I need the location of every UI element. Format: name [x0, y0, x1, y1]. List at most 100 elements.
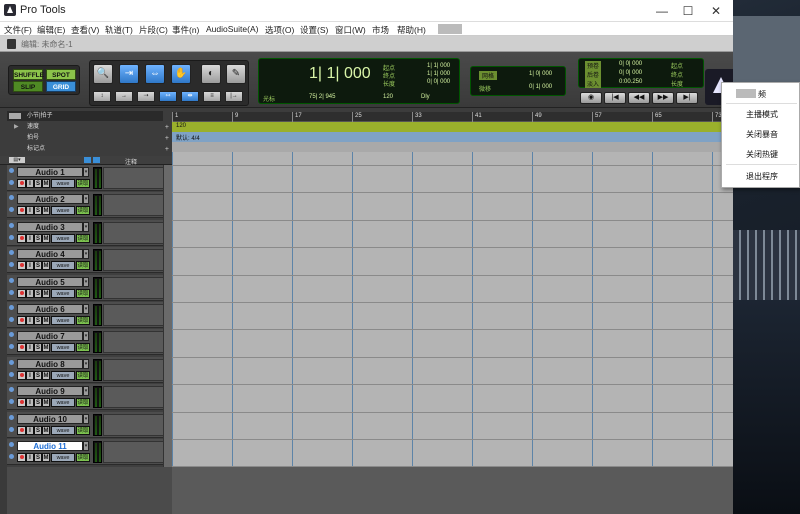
mute-button[interactable]: M [42, 453, 50, 462]
menu-file[interactable]: 文件(F) [4, 24, 32, 36]
solo-button[interactable]: S [34, 179, 42, 188]
postroll-value[interactable]: 0| 0| 000 [619, 70, 642, 76]
mute-button[interactable]: M [42, 398, 50, 408]
track-name[interactable]: Audio 10 [17, 413, 83, 424]
track-name[interactable]: Audio 6 [17, 304, 83, 314]
track-row[interactable]: Audio 7 ▾ I S Mwave 读取 [7, 329, 172, 356]
track-list-scrollbar[interactable] [163, 165, 172, 467]
menu-help[interactable]: 帮助(H) [397, 24, 426, 36]
menu-marketplace[interactable]: 市场 [372, 24, 389, 36]
track-view-selector[interactable]: wave [51, 179, 75, 188]
shuffle-mode-button[interactable]: SHUFFLE [13, 69, 44, 80]
start-value[interactable]: 1| 1| 000 [427, 63, 450, 69]
input-monitor-button[interactable]: I [26, 288, 34, 298]
track-name[interactable]: Audio 9 [17, 386, 83, 397]
rewind-button[interactable]: ◀◀ [628, 92, 650, 104]
track-row[interactable]: Audio 2 ▾ I S Mwave 读取 [7, 192, 172, 219]
solo-button[interactable]: S [34, 233, 42, 243]
solo-button[interactable]: S [34, 261, 42, 271]
track-view-selector[interactable]: wave [51, 343, 75, 353]
track-view-selector[interactable]: wave [51, 453, 75, 462]
track-view-selector[interactable]: wave [51, 425, 75, 435]
track-view-selector[interactable]: ▤▾ [9, 157, 25, 163]
nudge-value[interactable]: 0| 1| 000 [529, 84, 552, 90]
mirror-midi-icon[interactable]: ⇢ [137, 91, 155, 102]
track-menu-icon[interactable]: ▾ [83, 441, 89, 451]
dly-label[interactable]: Dly [421, 94, 430, 100]
record-enable-button[interactable] [17, 425, 26, 435]
track-name[interactable]: Audio 1 [17, 167, 83, 177]
menu-edit[interactable]: 编辑(E) [37, 24, 65, 36]
solo-button[interactable]: S [34, 425, 42, 435]
track-menu-icon[interactable]: ▾ [83, 304, 89, 314]
keyboard-focus-icon[interactable]: |→ [225, 91, 243, 102]
mute-button[interactable]: M [42, 370, 50, 380]
input-monitor-button[interactable]: I [26, 261, 34, 271]
end-value[interactable]: 1| 1| 000 [427, 71, 450, 77]
online-button[interactable]: ◉ [580, 92, 602, 104]
insertion-follows-icon[interactable]: ≡ [203, 91, 221, 102]
solo-button[interactable]: S [34, 370, 42, 380]
link-timeline-icon[interactable]: ⇿ [159, 91, 177, 102]
track-comments-field[interactable] [103, 276, 168, 299]
track-name[interactable]: Audio 3 [17, 221, 83, 232]
record-enable-button[interactable] [17, 288, 26, 298]
grabber-tool-icon[interactable]: ✋ [171, 64, 191, 84]
track-view-selector[interactable]: wave [51, 206, 75, 216]
bars-beats-ruler-label[interactable]: 小节|拍子 [7, 111, 163, 121]
context-menu-item-exit[interactable]: 退出程序 [746, 171, 778, 182]
zoom-preset-icon[interactable]: ↕ [93, 91, 111, 102]
track-row[interactable]: Audio 3 ▾ I S Mwave 读取 [7, 219, 172, 246]
context-menu-item-streamer-mode[interactable]: 主播模式 [746, 109, 778, 120]
menu-options[interactable]: 选项(O) [265, 24, 294, 36]
track-comments-field[interactable] [103, 358, 168, 381]
track-name[interactable]: Audio 2 [17, 194, 83, 205]
track-filter-icon[interactable] [93, 157, 100, 163]
track-view-selector[interactable]: wave [51, 316, 75, 325]
mute-button[interactable]: M [42, 288, 50, 298]
automation-mode-selector[interactable]: 读取 [76, 453, 90, 462]
record-enable-button[interactable] [17, 233, 26, 243]
selector-tool-icon[interactable]: ⇔ [145, 64, 165, 84]
automation-mode-selector[interactable]: 读取 [76, 316, 90, 325]
automation-mode-selector[interactable]: 读取 [76, 261, 90, 271]
automation-mode-selector[interactable]: 读取 [76, 425, 90, 435]
input-monitor-button[interactable]: I [26, 425, 34, 435]
meter-ruler[interactable]: 默认: 4/4 [172, 132, 733, 142]
mute-button[interactable]: M [42, 316, 50, 325]
menu-audiosuite[interactable]: AudioSuite(A) [206, 24, 258, 34]
minimize-button[interactable]: — [652, 3, 672, 19]
expand-arrow-icon[interactable]: ▶ [14, 122, 19, 133]
mute-button[interactable]: M [42, 233, 50, 243]
empty-timeline-area[interactable] [172, 467, 733, 514]
automation-mode-selector[interactable]: 读取 [76, 206, 90, 216]
record-enable-button[interactable] [17, 179, 26, 188]
track-name[interactable]: Audio 4 [17, 249, 83, 260]
menu-window[interactable]: 窗口(W) [335, 24, 366, 36]
meter-ruler-label[interactable]: 拍号 + [7, 133, 169, 144]
track-view-selector[interactable]: wave [51, 261, 75, 271]
ruler-view-icon[interactable] [9, 113, 21, 119]
tempo-ruler-label[interactable]: ▶ 速度 + [7, 122, 169, 133]
record-enable-button[interactable] [17, 343, 26, 353]
length-value[interactable]: 0| 0| 000 [427, 79, 450, 85]
zoom-tool-icon[interactable]: 🔍 [93, 64, 113, 84]
track-menu-icon[interactable]: ▾ [83, 249, 89, 260]
add-meter-icon[interactable]: + [165, 133, 169, 144]
track-menu-icon[interactable]: ▾ [83, 221, 89, 232]
automation-mode-selector[interactable]: 读取 [76, 398, 90, 408]
link-track-icon[interactable]: ⇼ [181, 91, 199, 102]
return-to-zero-button[interactable]: |◀ [604, 92, 626, 104]
track-view-selector[interactable]: wave [51, 233, 75, 243]
record-enable-button[interactable] [17, 261, 26, 271]
track-menu-icon[interactable]: ▾ [83, 194, 89, 205]
context-menu-item-disable-hotkeys[interactable]: 关闭热键 [746, 149, 778, 160]
postroll-label[interactable]: 后卷 [585, 70, 602, 79]
input-monitor-button[interactable]: I [26, 343, 34, 353]
solo-button[interactable]: S [34, 343, 42, 353]
track-row[interactable]: Audio 8 ▾ I S Mwave 读取 [7, 356, 172, 383]
pencil-tool-icon[interactable]: ✎ [226, 64, 246, 84]
solo-button[interactable]: S [34, 288, 42, 298]
markers-ruler-label[interactable]: 标记点 + [7, 144, 169, 155]
menu-clip[interactable]: 片段(C) [139, 24, 168, 36]
